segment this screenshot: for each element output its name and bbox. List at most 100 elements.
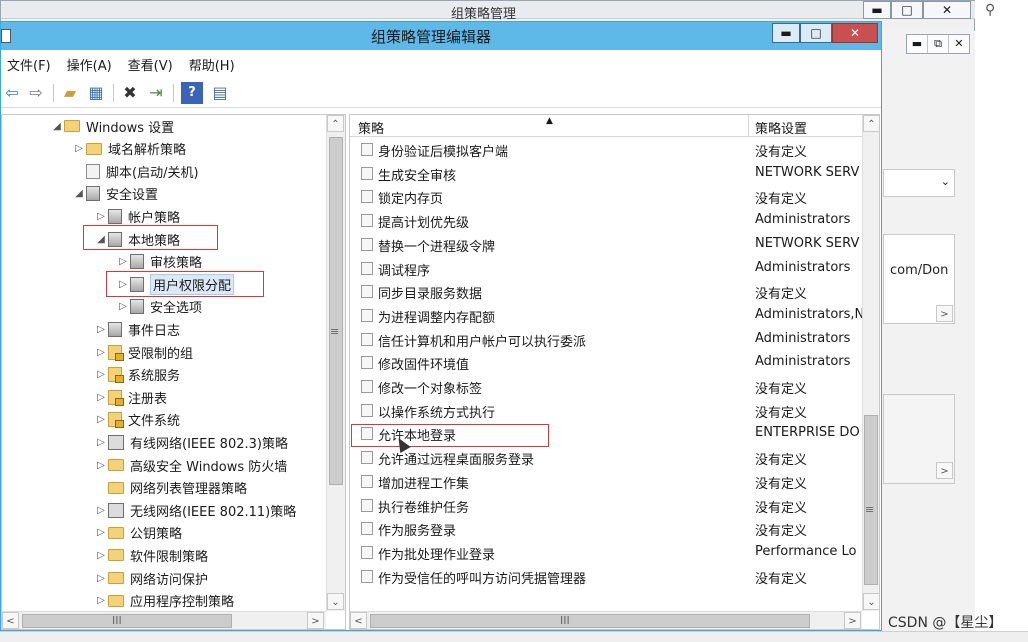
column-header-setting[interactable]: 策略设置 <box>755 118 807 137</box>
policy-row[interactable]: 生成安全审核 NETWORK SERV <box>350 162 862 185</box>
collapsed-arrow-icon[interactable]: ▷ <box>116 256 130 267</box>
collapsed-arrow-icon[interactable]: ▷ <box>94 211 108 222</box>
properties-icon[interactable]: ▤ <box>209 82 231 104</box>
tree-item[interactable]: ▷ 网络访问保护 <box>94 567 208 589</box>
menu-file[interactable]: 文件(F) <box>5 51 59 77</box>
collapsed-arrow-icon[interactable]: ▷ <box>94 460 108 471</box>
scroll-right-button[interactable]: > <box>936 305 953 322</box>
up-folder-icon[interactable]: ▰ <box>59 82 81 104</box>
list-scroll-left-button[interactable]: < <box>350 612 367 629</box>
collapsed-arrow-icon[interactable]: ▷ <box>94 573 108 584</box>
help-icon[interactable]: ? <box>181 82 203 104</box>
tree-horizontal-scrollbar[interactable]: < III > <box>2 611 326 629</box>
tree-item[interactable]: ▷ 系统服务 <box>94 364 180 386</box>
back-icon[interactable]: ⇦ <box>1 82 23 104</box>
tree-scroll-up-button[interactable]: ⌃ <box>327 115 344 132</box>
column-separator[interactable] <box>748 115 749 137</box>
tree-item[interactable]: ▷ 无线网络(IEEE 802.11)策略 <box>94 499 296 521</box>
collapsed-arrow-icon[interactable]: ▷ <box>94 392 108 403</box>
list-horizontal-scrollbar[interactable]: < III > <box>350 611 862 629</box>
inner-close-button[interactable]: ✕ <box>949 35 969 53</box>
list-scroll-down-button[interactable]: ⌄ <box>863 593 879 610</box>
tree-item[interactable]: ◢ Windows 设置 <box>50 115 174 137</box>
expanded-arrow-icon[interactable]: ◢ <box>72 188 86 199</box>
policy-row[interactable]: 允许通过远程桌面服务登录 没有定义 <box>350 446 862 469</box>
export-icon[interactable]: ⇥ <box>145 82 167 104</box>
background-minimize-button[interactable]: ▬ <box>863 1 891 19</box>
background-close-button[interactable]: ✕ <box>923 1 971 19</box>
tree-item[interactable]: ▷ 高级安全 Windows 防火墙 <box>94 454 287 476</box>
tree-item[interactable]: ▷ 审核策略 <box>116 251 202 273</box>
list-scroll-right-button[interactable]: > <box>844 612 861 629</box>
delete-icon[interactable]: ✖ <box>119 82 141 104</box>
policy-row[interactable]: 替换一个进程级令牌 NETWORK SERV <box>350 233 862 256</box>
collapsed-arrow-icon[interactable]: ▷ <box>94 550 108 561</box>
collapsed-arrow-icon[interactable]: ▷ <box>94 414 108 425</box>
list-scroll-up-button[interactable]: ⌃ <box>863 115 879 132</box>
tree-scroll-down-button[interactable]: ⌄ <box>327 593 344 610</box>
policy-row[interactable]: 增加进程工作集 没有定义 <box>350 470 862 493</box>
collapsed-arrow-icon[interactable]: ▷ <box>72 143 86 154</box>
list-vertical-scrollbar[interactable]: ⌃ ≡ ⌄ <box>862 115 879 611</box>
policy-row[interactable]: 锁定内存页 没有定义 <box>350 185 862 208</box>
policy-row[interactable]: 信任计算机和用户帐户可以执行委派 Administrators <box>350 328 862 351</box>
menu-action[interactable]: 操作(A) <box>65 51 120 77</box>
policy-row[interactable]: 修改固件环境值 Administrators <box>350 351 862 374</box>
collapsed-arrow-icon[interactable]: ▷ <box>116 301 130 312</box>
policy-row[interactable]: 作为受信任的呼叫方访问凭据管理器 没有定义 <box>350 565 862 588</box>
tree-scroll-left-button[interactable]: < <box>2 612 19 629</box>
maximize-button[interactable]: □ <box>800 23 832 43</box>
policy-row[interactable]: 身份验证后模拟客户端 没有定义 <box>350 138 862 161</box>
tree-scroll-right-button[interactable]: > <box>307 612 324 629</box>
tree-item[interactable]: ▷ 受限制的组 <box>94 341 193 363</box>
policy-row[interactable]: 执行卷维护任务 没有定义 <box>350 494 862 517</box>
tree-item[interactable]: 网络列表管理器策略 <box>94 477 247 499</box>
policy-row[interactable]: 以操作系统方式执行 没有定义 <box>350 399 862 422</box>
tree-item[interactable]: ▷ 软件限制策略 <box>94 544 208 566</box>
tree-item[interactable]: ▷ 有线网络(IEEE 802.3)策略 <box>94 431 288 453</box>
tree-item[interactable]: ▷ 公钥策略 <box>94 522 182 544</box>
policy-row[interactable]: 修改一个对象标签 没有定义 <box>350 375 862 398</box>
policy-icon <box>130 254 144 270</box>
tree-item[interactable]: ▷ 事件日志 <box>94 318 180 340</box>
forward-icon[interactable]: ⇨ <box>25 82 47 104</box>
list-scroll-thumb[interactable] <box>864 415 878 585</box>
policy-row[interactable]: 为进程调整内存配额 Administrators,N <box>350 304 862 327</box>
tree-vertical-scrollbar[interactable]: ⌃ ≡ ⌄ <box>326 115 345 611</box>
collapsed-arrow-icon[interactable]: ▷ <box>94 527 108 538</box>
tree-item[interactable]: ▷ 应用程序控制策略 <box>94 590 234 612</box>
tree-item[interactable]: 脚本(启动/关机) <box>72 160 199 182</box>
tree-item[interactable]: ▷ 注册表 <box>94 386 167 408</box>
menu-view[interactable]: 查看(V) <box>126 51 181 77</box>
policy-row[interactable]: 作为批处理作业登录 Performance Lo <box>350 541 862 564</box>
close-button[interactable]: ✕ <box>832 23 878 43</box>
collapsed-arrow-icon[interactable]: ▷ <box>94 369 108 380</box>
policy-row[interactable]: 作为服务登录 没有定义 <box>350 517 862 540</box>
tree-item[interactable]: ◢ 安全设置 <box>72 183 158 205</box>
column-header-policy[interactable]: 策略 <box>358 118 384 137</box>
expanded-arrow-icon[interactable]: ◢ <box>50 121 64 132</box>
collapsed-arrow-icon[interactable]: ▷ <box>94 505 108 516</box>
background-maximize-button[interactable]: □ <box>891 1 923 19</box>
inner-restore-button[interactable]: ⧉ <box>928 35 949 53</box>
collapsed-arrow-icon[interactable]: ▷ <box>94 347 108 358</box>
show-hide-tree-icon[interactable]: ▦ <box>85 82 107 104</box>
policy-row[interactable]: 调试程序 Administrators <box>350 257 862 280</box>
search-icon[interactable]: ⚲ <box>985 2 995 18</box>
inner-minimize-button[interactable]: ▬ <box>907 35 928 53</box>
policy-row[interactable]: 同步目录服务数据 没有定义 <box>350 280 862 303</box>
tree-item[interactable]: ▷ 域名解析策略 <box>72 138 186 160</box>
tree-hscroll-thumb[interactable] <box>22 614 232 628</box>
background-dropdown[interactable]: ⌄ <box>883 169 955 197</box>
policy-row[interactable]: 提高计划优先级 Administrators <box>350 209 862 232</box>
minimize-button[interactable]: ▬ <box>772 23 800 43</box>
scroll-right-button-2[interactable]: > <box>936 462 953 479</box>
menu-help[interactable]: 帮助(H) <box>187 51 243 77</box>
collapsed-arrow-icon[interactable]: ▷ <box>94 324 108 335</box>
tree-scroll-thumb[interactable] <box>329 137 343 485</box>
collapsed-arrow-icon[interactable]: ▷ <box>94 437 108 448</box>
collapsed-arrow-icon[interactable]: ▷ <box>94 595 108 606</box>
tree-item[interactable]: ▷ 文件系统 <box>94 409 180 431</box>
list-hscroll-thumb[interactable] <box>370 614 810 628</box>
tree-item[interactable]: ▷ 安全选项 <box>116 296 202 318</box>
